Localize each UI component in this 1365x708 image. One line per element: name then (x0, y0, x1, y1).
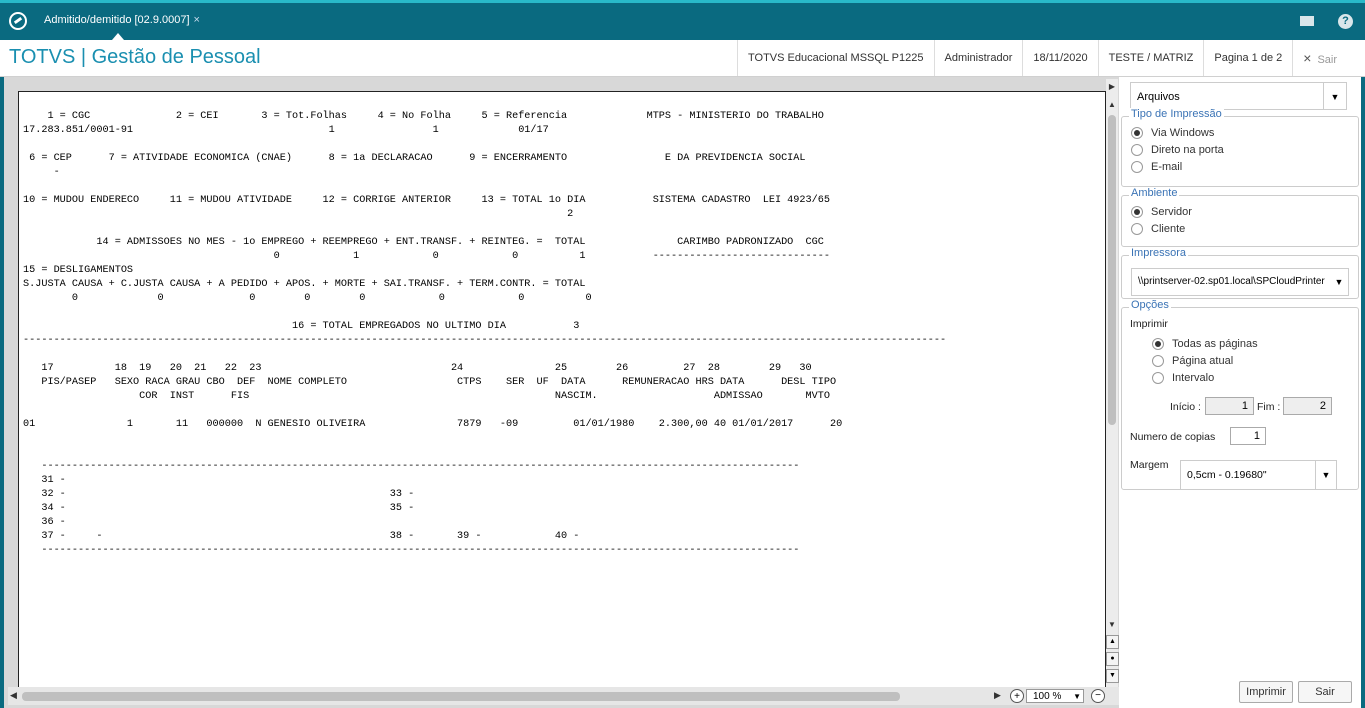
page-header: TOTVS | Gestão de Pessoal TOTVS Educacio… (0, 40, 1365, 77)
radio-icon (1152, 372, 1164, 384)
report-page: 1 = CGC 2 = CEI 3 = Tot.Folhas 4 = No Fo… (18, 91, 1106, 691)
start-label: Início : (1170, 401, 1201, 413)
radio-pagina-atual[interactable]: Página atual (1152, 355, 1233, 367)
radio-label: Via Windows (1151, 127, 1215, 139)
environment-group: Ambiente Servidor Cliente (1121, 187, 1359, 247)
page-nav: ▲ ● ▼ (1106, 635, 1119, 686)
zoom-value: 100 % (1033, 691, 1062, 702)
date-label[interactable]: 18/11/2020 (1022, 40, 1097, 76)
radio-icon (1131, 223, 1143, 235)
tab-close-icon[interactable]: × (194, 14, 200, 26)
tab-active-caret-icon (112, 33, 124, 40)
page-info: Pagina 1 de 2 (1203, 40, 1292, 76)
margin-label: Margem (1130, 459, 1169, 471)
app-title: TOTVS | Gestão de Pessoal (9, 46, 261, 68)
radio-selected-icon (1131, 127, 1143, 139)
print-type-legend: Tipo de Impressão (1129, 108, 1224, 120)
page-center-icon[interactable]: ● (1106, 652, 1119, 666)
window-border-right (1361, 77, 1365, 708)
header-exit-button[interactable]: × Sair (1292, 40, 1365, 76)
radio-servidor[interactable]: Servidor (1131, 206, 1192, 218)
print-type-group: Tipo de Impressão Via Windows Direto na … (1121, 108, 1359, 187)
scroll-down-icon[interactable]: ▼ (1106, 619, 1118, 631)
radio-via-windows[interactable]: Via Windows (1131, 127, 1214, 139)
tab-title: Admitido/demitido [02.9.0007] (44, 14, 190, 26)
vertical-scrollbar[interactable]: ▶ ▲ ▼ (1106, 79, 1118, 689)
environment-legend: Ambiente (1129, 187, 1180, 199)
user-label[interactable]: Administrador (933, 40, 1023, 76)
report-text: 1 = CGC 2 = CEI 3 = Tot.Folhas 4 = No Fo… (23, 111, 947, 556)
radio-icon (1131, 144, 1143, 156)
report-viewer: 1 = CGC 2 = CEI 3 = Tot.Folhas 4 = No Fo… (4, 77, 1119, 708)
print-label: Imprimir (1130, 318, 1168, 330)
exit-button[interactable]: Sair (1298, 681, 1352, 703)
radio-label: Direto na porta (1151, 144, 1224, 156)
end-label: Fim : (1257, 401, 1281, 413)
zoom-in-icon[interactable]: + (1010, 689, 1024, 703)
radio-label: Cliente (1151, 223, 1186, 235)
totvs-logo-icon[interactable] (9, 12, 27, 30)
radio-intervalo[interactable]: Intervalo (1152, 372, 1214, 384)
radio-email[interactable]: E-mail (1131, 161, 1182, 173)
scroll-left-icon[interactable]: ◀ (10, 690, 17, 701)
print-options-panel: Arquivos ▼ Tipo de Impressão Via Windows… (1119, 77, 1361, 708)
chevron-down-icon: ▼ (1323, 83, 1346, 109)
page-down-icon[interactable]: ▼ (1106, 669, 1119, 683)
print-button[interactable]: Imprimir (1239, 681, 1293, 703)
scroll-up-icon[interactable]: ▲ (1106, 99, 1118, 111)
zoom-out-icon[interactable]: − (1091, 689, 1105, 703)
copies-label: Numero de copias (1130, 431, 1216, 443)
zoom-select[interactable]: 100 % ▼ (1026, 689, 1084, 703)
scroll-right-icon[interactable]: ▶ (994, 690, 1001, 701)
top-bar: Admitido/demitido [02.9.0007] × ? (0, 0, 1365, 40)
horizontal-scrollbar[interactable]: ◀ ▶ + 100 % ▼ − (8, 687, 1119, 705)
printer-select-value: \\printserver-02.sp01.local\SPCloudPrint… (1138, 276, 1325, 287)
radio-label: Todas as páginas (1172, 338, 1258, 350)
radio-todas-paginas[interactable]: Todas as páginas (1152, 338, 1258, 350)
margin-select-value: 0,5cm - 0.19680" (1187, 469, 1267, 481)
mail-icon[interactable] (1300, 16, 1314, 26)
help-icon[interactable]: ? (1338, 14, 1353, 29)
radio-label: Servidor (1151, 206, 1192, 218)
close-icon: × (1303, 50, 1312, 66)
page-up-icon[interactable]: ▲ (1106, 635, 1119, 649)
options-legend: Opções (1129, 299, 1171, 311)
radio-icon (1131, 161, 1143, 173)
printer-group: Impressora \\printserver-02.sp01.local\S… (1121, 247, 1359, 299)
header-exit-label: Sair (1317, 54, 1337, 66)
next-page-icon[interactable]: ▶ (1106, 81, 1118, 93)
output-select-value: Arquivos (1137, 91, 1180, 103)
radio-selected-icon (1131, 206, 1143, 218)
margin-select[interactable]: 0,5cm - 0.19680" ▼ (1180, 460, 1337, 490)
end-page-input[interactable]: 2 (1283, 397, 1332, 415)
radio-cliente[interactable]: Cliente (1131, 223, 1185, 235)
chevron-down-icon: ▼ (1073, 692, 1081, 701)
horizontal-scroll-thumb[interactable] (22, 692, 900, 701)
radio-selected-icon (1152, 338, 1164, 350)
radio-icon (1152, 355, 1164, 367)
radio-direto-na-porta[interactable]: Direto na porta (1131, 144, 1224, 156)
chevron-down-icon: ▼ (1315, 461, 1336, 489)
copies-input[interactable]: 1 (1230, 427, 1266, 445)
environment-label[interactable]: TOTVS Educacional MSSQL P1225 (737, 40, 933, 76)
output-select[interactable]: Arquivos ▼ (1130, 82, 1347, 110)
radio-label: Intervalo (1172, 372, 1215, 384)
start-page-input[interactable]: 1 (1205, 397, 1254, 415)
chevron-down-icon: ▼ (1330, 269, 1348, 295)
company-label[interactable]: TESTE / MATRIZ (1097, 40, 1204, 76)
printer-legend: Impressora (1129, 247, 1189, 259)
vertical-scroll-thumb[interactable] (1108, 115, 1116, 425)
options-group: Opções Imprimir Todas as páginas Página … (1121, 299, 1359, 490)
printer-select[interactable]: \\printserver-02.sp01.local\SPCloudPrint… (1131, 268, 1349, 296)
radio-label: Página atual (1172, 355, 1234, 367)
radio-label: E-mail (1151, 161, 1183, 173)
